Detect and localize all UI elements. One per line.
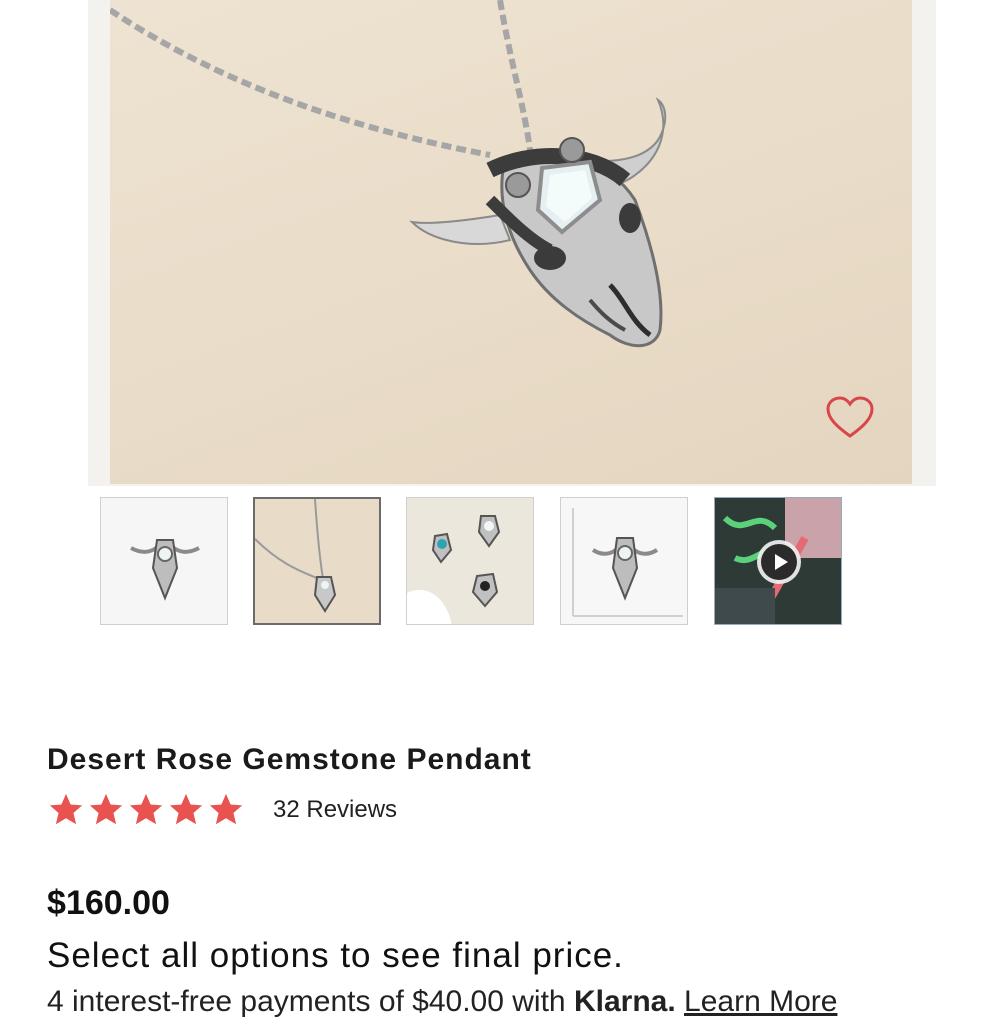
play-icon[interactable] [757,540,801,584]
thumbnail-3[interactable] [406,497,534,625]
star-icon [129,793,163,825]
price: $160.00 [47,884,170,922]
thumbnail-strip [100,497,844,627]
star-icon [89,793,123,825]
price-note: Select all options to see final price. [47,936,624,975]
thumbnail-1[interactable] [100,497,228,625]
product-title: Desert Rose Gemstone Pendant [47,743,532,776]
learn-more-link[interactable]: Learn More [684,985,837,1018]
star-icon [49,793,83,825]
installments-text: 4 interest-free payments of $40.00 with [47,985,566,1018]
thumbnail-4[interactable] [560,497,688,625]
klarna-logo: Klarna. [573,985,676,1018]
thumbnail-2[interactable] [253,497,381,625]
installments-info: 4 interest-free payments of $40.00 with … [47,985,837,1019]
thumbnail-5-video[interactable] [714,497,842,625]
reviews-link[interactable]: 32 Reviews [273,796,397,824]
rating-row[interactable]: 32 Reviews [47,790,397,830]
favorite-heart-button[interactable] [826,396,878,444]
star-rating [47,791,245,829]
main-product-image[interactable] [110,0,912,484]
star-icon [209,793,243,825]
heart-icon [826,396,874,438]
star-icon [169,793,203,825]
